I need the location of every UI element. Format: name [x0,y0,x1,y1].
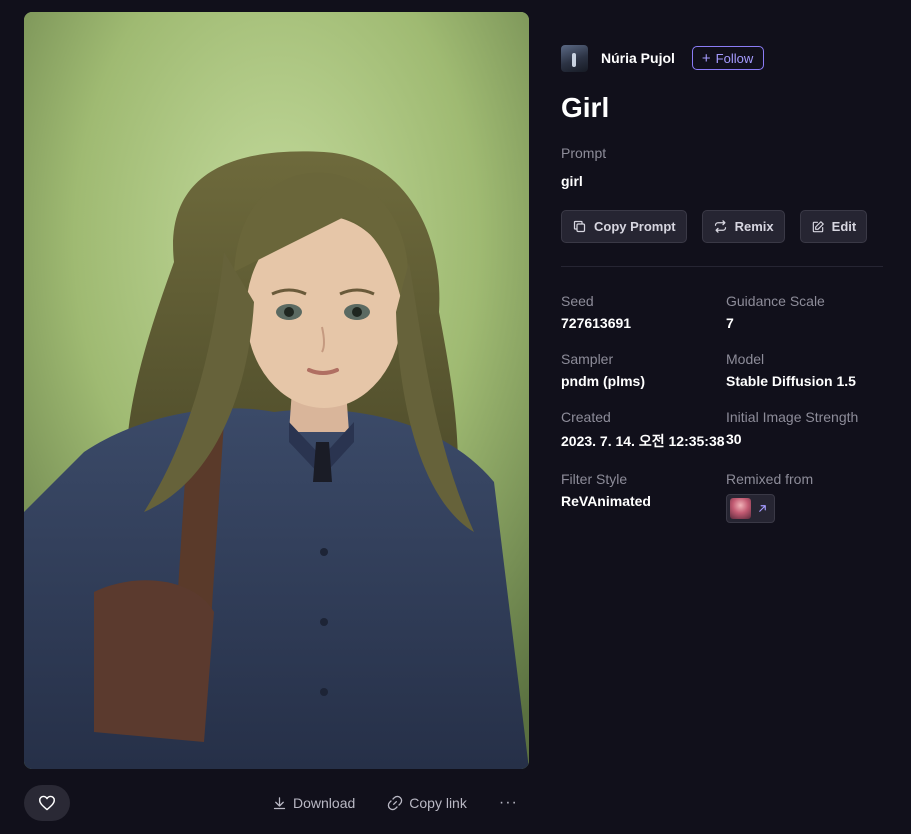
arrow-up-right-icon [759,505,766,512]
meta-filter-style: Filter Style ReVAnimated [561,471,726,523]
image-details-panel: Núria Pujol + Follow Girl Prompt girl Co… [561,44,883,523]
page: Download Copy link ··· Núria Pujol + Fol… [0,0,911,834]
copy-prompt-label: Copy Prompt [594,219,676,234]
meta-value: 727613691 [561,315,632,331]
author-name[interactable]: Núria Pujol [601,50,675,66]
generation-metadata: Seed 727613691 Guidance Scale 7 Sampler … [561,293,883,523]
meta-initial-image-strength: Initial Image Strength 30 [726,409,883,451]
copy-link-label: Copy link [409,795,467,811]
meta-value: 2023. 7. 14. 오전 12:35:38 [561,433,725,449]
meta-value: pndm (plms) [561,373,645,389]
link-icon [388,795,403,811]
pencil-icon [812,220,824,232]
remix-label: Remix [734,219,774,234]
copy-link-button[interactable]: Copy link [387,792,467,814]
repeat-icon [714,220,726,233]
meta-label: Filter Style [561,471,628,487]
meta-label: Sampler [561,351,614,367]
prompt-actions: Copy Prompt Remix Edit [561,210,883,243]
copy-icon [573,220,586,233]
meta-value: ReVAnimated [561,493,651,509]
edit-label: Edit [831,219,857,234]
meta-sampler: Sampler pndm (plms) [561,351,726,389]
author-row: Núria Pujol + Follow [561,44,883,72]
plus-icon: + [701,49,711,67]
more-options-button[interactable]: ··· [499,792,518,814]
download-icon [273,796,286,809]
meta-remixed-from: Remixed from [726,471,883,523]
meta-label: Initial Image Strength [726,409,859,425]
remix-source-thumbnail [730,498,751,519]
meta-value: 7 [726,315,734,331]
image-actions: Download Copy link ··· [272,792,518,814]
meta-model: Model Stable Diffusion 1.5 [726,351,883,389]
page-title: Girl [561,92,610,123]
meta-label: Remixed from [726,471,814,487]
like-button[interactable] [24,785,70,821]
download-button[interactable]: Download [272,792,355,814]
meta-value: 30 [726,431,742,447]
divider [561,266,883,267]
meta-label: Guidance Scale [726,293,825,309]
copy-prompt-button[interactable]: Copy Prompt [561,210,687,243]
follow-label: Follow [715,50,754,66]
follow-button[interactable]: + Follow [691,46,765,70]
meta-label: Created [561,409,611,425]
remix-button[interactable]: Remix [701,210,785,243]
prompt-text: girl [561,173,583,189]
generated-image-art [24,12,529,769]
generated-image[interactable] [24,12,529,769]
meta-created: Created 2023. 7. 14. 오전 12:35:38 [561,409,726,451]
meta-guidance-scale: Guidance Scale 7 [726,293,883,331]
meta-label: Seed [561,293,594,309]
more-icon: ··· [498,794,518,811]
meta-seed: Seed 727613691 [561,293,726,331]
heart-icon [39,795,55,811]
remixed-from-link[interactable] [726,494,775,523]
download-label: Download [293,795,356,811]
prompt-label: Prompt [561,145,607,161]
meta-label: Model [726,351,765,367]
avatar[interactable] [561,44,588,72]
meta-value: Stable Diffusion 1.5 [726,373,856,389]
edit-button[interactable]: Edit [799,210,868,243]
